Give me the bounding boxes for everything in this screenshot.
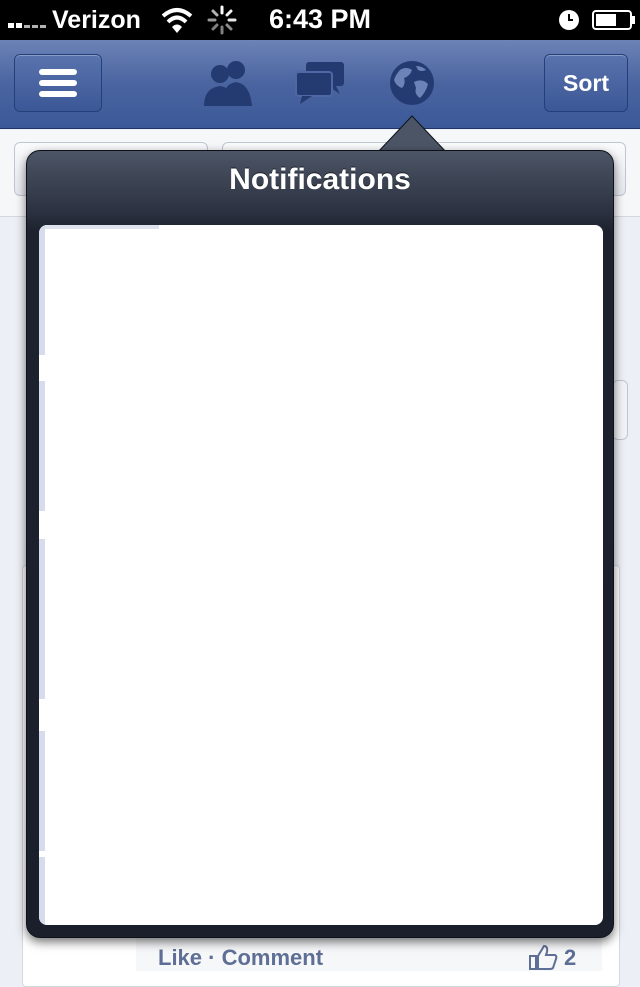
popover-title: Notifications <box>229 163 411 196</box>
list-item <box>39 381 45 511</box>
menu-icon <box>39 69 77 75</box>
list-item <box>39 225 45 355</box>
menu-button[interactable] <box>14 54 102 112</box>
list-item <box>39 731 45 851</box>
alarm-clock-icon <box>559 10 579 30</box>
list-item <box>39 539 45 699</box>
like-comment-link[interactable]: Like · Comment <box>158 945 323 971</box>
messages-icon[interactable] <box>292 58 348 108</box>
status-time: 6:43 PM <box>268 4 372 34</box>
like-count: 2 <box>564 945 577 970</box>
globe-icon[interactable] <box>384 58 440 108</box>
notifications-list[interactable] <box>39 225 603 925</box>
friends-icon[interactable] <box>200 58 256 108</box>
navigation-bar: Sort <box>0 40 640 129</box>
sort-button[interactable]: Sort <box>544 54 628 112</box>
battery-icon <box>592 10 635 30</box>
notifications-popover: Notifications <box>26 150 614 938</box>
list-item <box>39 857 45 925</box>
popover-arrow <box>376 115 448 154</box>
thumbs-up-icon <box>529 944 558 970</box>
loading-edge <box>39 225 159 229</box>
status-bar: Verizon 6:43 PM <box>0 0 640 40</box>
feed-side-button[interactable] <box>612 380 628 440</box>
